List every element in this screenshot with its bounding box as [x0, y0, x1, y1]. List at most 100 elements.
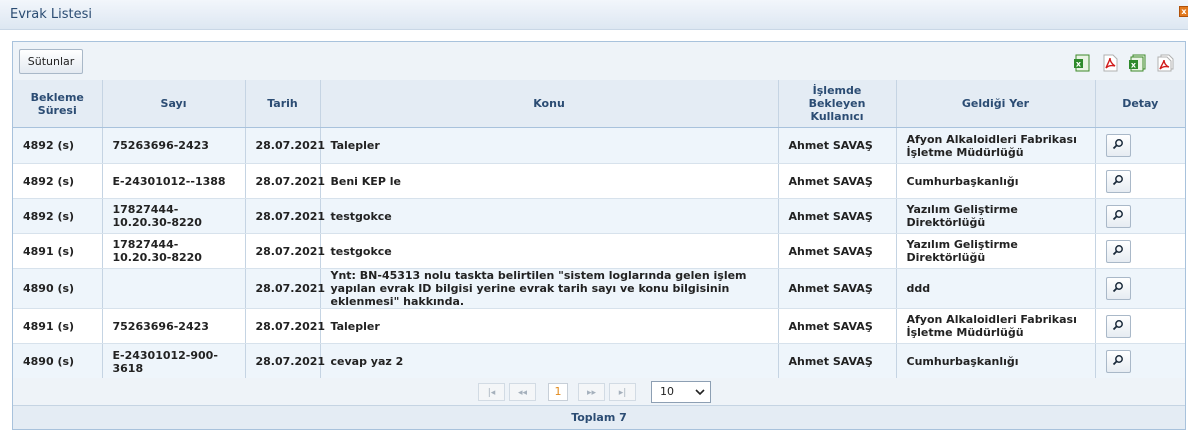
origin-cell: Yazılım Geliştirme Direktörlüğü [896, 233, 1096, 269]
table-row[interactable]: 4892 (s) 17827444-10.20.30-8220 28.07.2021… [13, 198, 1185, 234]
detail-cell [1095, 308, 1185, 344]
document-list-panel: Sütunlar x x Bekleme Süresi Sayı Tarih K… [12, 41, 1186, 430]
pending-user-cell: Ahmet SAVAŞ [778, 343, 897, 380]
svg-text:x: x [1131, 61, 1137, 70]
number-cell: E-24301012-900-3618 [102, 343, 246, 380]
magnifier-icon [1112, 209, 1123, 220]
current-page[interactable]: 1 [548, 383, 568, 401]
magnifier-icon [1112, 282, 1123, 293]
last-page-button[interactable]: ▸| [609, 383, 636, 401]
pending-user-cell: Ahmet SAVAŞ [778, 233, 897, 269]
pending-user-cell: Ahmet SAVAŞ [778, 308, 897, 344]
subject-cell: testgokce [320, 233, 779, 269]
date-cell: 28.07.2021 [245, 127, 325, 164]
date-cell: 28.07.2021 [245, 198, 325, 234]
magnifier-icon [1112, 139, 1123, 150]
excel-all-icon[interactable]: x [1128, 54, 1146, 72]
detail-cell [1095, 127, 1185, 164]
pager: |◂ ◂◂ 1 ▸▸ ▸| 10 [13, 378, 1185, 406]
number-cell: E-24301012--1388 [102, 163, 246, 199]
pending-user-cell: Ahmet SAVAŞ [778, 198, 897, 234]
number-cell: 75263696-2423 [102, 127, 246, 164]
magnifier-icon [1112, 355, 1123, 366]
table-row[interactable]: 4890 (s) 28.07.2021 Ynt: BN-45313 nolu tas… [13, 268, 1185, 309]
column-header-number[interactable]: Sayı [102, 80, 246, 128]
pdf-icon[interactable] [1101, 54, 1119, 72]
next-page-button[interactable]: ▸▸ [578, 383, 605, 401]
close-button[interactable]: x [1179, 6, 1188, 17]
wait-cell: 4890 (s) [13, 343, 103, 380]
wait-cell: 4892 (s) [13, 127, 103, 164]
detail-cell [1095, 268, 1185, 309]
subject-cell: cevap yaz 2 [320, 343, 779, 380]
table-row[interactable]: 4892 (s) 75263696-2423 28.07.2021 Talepler A… [13, 127, 1185, 164]
column-header-pending-user[interactable]: İşlemde Bekleyen Kullanıcı [778, 80, 897, 128]
detail-cell [1095, 343, 1185, 380]
subject-cell: Talepler [320, 127, 779, 164]
wait-cell: 4892 (s) [13, 163, 103, 199]
detail-button[interactable] [1105, 134, 1131, 157]
wait-cell: 4890 (s) [13, 268, 103, 309]
column-header-wait-time[interactable]: Bekleme Süresi [13, 80, 103, 128]
column-header-subject[interactable]: Konu [320, 80, 779, 128]
excel-icon[interactable]: x [1073, 54, 1091, 72]
detail-button[interactable] [1105, 239, 1131, 263]
columns-button[interactable]: Sütunlar [19, 49, 83, 74]
pending-user-cell: Ahmet SAVAŞ [778, 163, 897, 199]
detail-button[interactable] [1105, 314, 1131, 338]
pdf-all-icon[interactable] [1156, 54, 1174, 72]
subject-cell: Talepler [320, 308, 779, 344]
detail-button[interactable] [1105, 169, 1131, 193]
page-size-select[interactable]: 10 [651, 381, 711, 403]
origin-cell: Afyon Alkaloidleri Fabrikası İşletme Müd… [896, 127, 1096, 164]
magnifier-icon [1112, 174, 1123, 185]
date-cell: 28.07.2021 [245, 308, 325, 344]
wait-cell: 4892 (s) [13, 198, 103, 234]
chevron-down-icon [695, 389, 705, 396]
table-row[interactable]: 4891 (s) 75263696-2423 28.07.2021 Talepler A… [13, 308, 1185, 344]
column-header-origin[interactable]: Geldiği Yer [896, 80, 1096, 128]
origin-cell: Cumhurbaşkanlığı [896, 343, 1096, 380]
window-title: Evrak Listesi [10, 7, 92, 22]
number-cell [102, 268, 246, 309]
date-cell: 28.07.2021 [245, 268, 325, 309]
first-page-button[interactable]: |◂ [478, 383, 505, 401]
page-size-value: 10 [660, 385, 674, 398]
wait-cell: 4891 (s) [13, 308, 103, 344]
pending-user-cell: Ahmet SAVAŞ [778, 268, 897, 309]
window-header: Evrak Listesi x [0, 0, 1188, 30]
table-row[interactable]: 4891 (s) 17827444-10.20.30-8220 28.07.2021… [13, 233, 1185, 269]
number-cell: 17827444-10.20.30-8220 [102, 233, 246, 269]
origin-cell: Yazılım Geliştirme Direktörlüğü [896, 198, 1096, 234]
detail-cell [1095, 233, 1185, 269]
total-footer: Toplam 7 [13, 406, 1185, 429]
date-cell: 28.07.2021 [245, 163, 325, 199]
table-row[interactable]: 4890 (s) E-24301012-900-3618 28.07.2021 cev… [13, 343, 1185, 380]
column-header-date[interactable]: Tarih [245, 80, 321, 128]
subject-cell: testgokce [320, 198, 779, 234]
magnifier-icon [1112, 319, 1123, 330]
detail-cell [1095, 198, 1185, 234]
detail-button[interactable] [1105, 204, 1131, 228]
date-cell: 28.07.2021 [245, 233, 325, 269]
detail-button[interactable] [1105, 277, 1131, 300]
date-cell: 28.07.2021 [245, 343, 325, 380]
number-cell: 17827444-10.20.30-8220 [102, 198, 246, 234]
detail-button[interactable] [1105, 350, 1131, 373]
column-header-detail: Detay [1095, 80, 1185, 128]
table-header-row: Bekleme Süresi Sayı Tarih Konu İşlemde B… [13, 80, 1185, 128]
svg-text:x: x [1076, 60, 1082, 69]
table-row[interactable]: 4892 (s) E-24301012--1388 28.07.2021 Beni K… [13, 163, 1185, 199]
origin-cell: Cumhurbaşkanlığı [896, 163, 1096, 199]
origin-cell: ddd [896, 268, 1096, 309]
subject-cell: Ynt: BN-45313 nolu taskta belirtilen "si… [320, 268, 779, 309]
prev-page-button[interactable]: ◂◂ [509, 383, 536, 401]
subject-cell: Beni KEP le [320, 163, 779, 199]
number-cell: 75263696-2423 [102, 308, 246, 344]
pending-user-cell: Ahmet SAVAŞ [778, 127, 897, 164]
wait-cell: 4891 (s) [13, 233, 103, 269]
detail-cell [1095, 163, 1185, 199]
origin-cell: Afyon Alkaloidleri Fabrikası İşletme Müd… [896, 308, 1096, 344]
magnifier-icon [1112, 244, 1123, 255]
toolbar: Sütunlar x x [13, 42, 1185, 81]
